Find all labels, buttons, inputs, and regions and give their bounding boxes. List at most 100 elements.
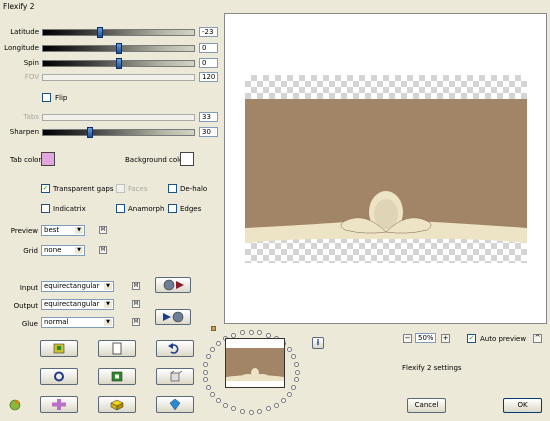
navigator-dot bbox=[203, 377, 209, 383]
randomize-button[interactable] bbox=[40, 340, 78, 357]
navigator-dot bbox=[230, 406, 236, 412]
grid-mini-button[interactable]: M bbox=[99, 246, 107, 254]
de-halo-checkbox[interactable] bbox=[168, 184, 177, 193]
navigator-dot bbox=[286, 347, 292, 353]
navigator-dot bbox=[274, 402, 280, 408]
square-icon bbox=[111, 371, 123, 382]
spin-slider[interactable] bbox=[42, 58, 195, 69]
navigator-dot bbox=[239, 408, 245, 414]
cross-button[interactable] bbox=[40, 396, 78, 413]
grid-select[interactable]: none ▼ bbox=[41, 245, 85, 256]
cross-net-icon bbox=[52, 399, 66, 410]
zoom-out-button[interactable]: − bbox=[403, 334, 412, 343]
info-button[interactable]: i bbox=[312, 337, 324, 349]
longitude-thumb[interactable] bbox=[115, 43, 122, 54]
output-select[interactable]: equirectangular ▼ bbox=[41, 299, 114, 310]
spin-label: Spin bbox=[23, 59, 39, 67]
indicatrix-checkbox[interactable] bbox=[41, 204, 50, 213]
navigator-dot bbox=[248, 409, 254, 415]
flexified-image bbox=[245, 99, 527, 243]
navigator-dot bbox=[206, 384, 211, 390]
edges-label: Edges bbox=[180, 205, 202, 213]
navigator-thumbnail[interactable] bbox=[225, 338, 285, 388]
latitude-thumb[interactable] bbox=[96, 27, 103, 38]
input-label: Input bbox=[19, 284, 38, 292]
cube-icon bbox=[170, 370, 183, 382]
latitude-label: Latitude bbox=[10, 28, 39, 36]
input-mini-button[interactable]: M bbox=[132, 282, 140, 290]
transparent-gaps-label: Transparent gaps bbox=[53, 185, 114, 193]
zoom-field[interactable]: 50% bbox=[415, 333, 436, 343]
navigator-dot bbox=[293, 377, 299, 383]
auto-preview-label: Auto preview bbox=[480, 335, 527, 343]
navigator-dot bbox=[257, 330, 263, 336]
undo-button[interactable] bbox=[156, 340, 194, 357]
input-preset-button[interactable] bbox=[155, 277, 191, 293]
yellow-box-icon bbox=[110, 399, 124, 411]
spin-thumb[interactable] bbox=[115, 58, 122, 69]
sharpen-thumb[interactable] bbox=[86, 127, 93, 138]
output-preset-button[interactable] bbox=[155, 309, 191, 325]
navigator-dot bbox=[203, 361, 209, 367]
navigator-dot bbox=[290, 384, 296, 390]
tabs-slider bbox=[42, 114, 195, 121]
anamorph-checkbox[interactable] bbox=[116, 204, 125, 213]
tab-color-swatch[interactable] bbox=[41, 152, 55, 166]
chevron-down-icon: ▼ bbox=[104, 301, 112, 308]
palette-icon[interactable] bbox=[8, 397, 22, 413]
navigator-dot bbox=[286, 391, 292, 397]
collapse-button[interactable]: ^ bbox=[533, 334, 542, 343]
navigator-dot bbox=[215, 341, 221, 347]
latitude-slider[interactable] bbox=[42, 27, 195, 38]
undo-icon bbox=[168, 343, 179, 354]
copy-button[interactable] bbox=[98, 340, 136, 357]
edges-checkbox[interactable] bbox=[168, 204, 177, 213]
latitude-field[interactable]: -23 bbox=[199, 27, 218, 37]
background-color-swatch[interactable] bbox=[180, 152, 194, 166]
preview-canvas[interactable] bbox=[224, 13, 547, 324]
longitude-slider[interactable] bbox=[42, 43, 195, 54]
output-label: Output bbox=[13, 302, 38, 310]
glue-select[interactable]: normal ▼ bbox=[41, 317, 114, 328]
navigator-dot bbox=[206, 354, 211, 360]
auto-preview-checkbox[interactable]: ✓ bbox=[467, 334, 476, 343]
preview-image bbox=[245, 75, 527, 263]
thumbnail-image bbox=[226, 339, 284, 387]
cube-button[interactable] bbox=[156, 368, 194, 385]
glue-mini-button[interactable]: M bbox=[132, 318, 140, 326]
dice-icon bbox=[53, 343, 65, 354]
gem-button[interactable] bbox=[156, 396, 194, 413]
square-button[interactable] bbox=[98, 368, 136, 385]
fov-slider bbox=[42, 74, 195, 81]
title-bar: Flexify 2 bbox=[0, 0, 550, 13]
fov-label: FOV bbox=[24, 73, 39, 81]
preview-select[interactable]: best ▼ bbox=[41, 225, 85, 236]
spin-field[interactable]: 0 bbox=[199, 58, 218, 68]
navigator-dot bbox=[266, 406, 272, 412]
chevron-down-icon: ▼ bbox=[75, 227, 83, 234]
navigator-dot bbox=[202, 369, 208, 375]
sharpen-field[interactable]: 30 bbox=[199, 127, 218, 137]
ok-button[interactable]: OK bbox=[503, 398, 542, 413]
input-select[interactable]: equirectangular ▼ bbox=[41, 281, 114, 292]
flip-checkbox[interactable] bbox=[42, 93, 51, 102]
navigator-dot bbox=[281, 397, 287, 403]
preview-mini-button[interactable]: M bbox=[99, 226, 107, 234]
longitude-field[interactable]: 0 bbox=[199, 43, 218, 53]
cancel-button[interactable]: Cancel bbox=[407, 398, 446, 413]
page-icon bbox=[112, 342, 122, 355]
box-button[interactable] bbox=[98, 396, 136, 413]
navigator-dot bbox=[294, 369, 300, 375]
ring-button[interactable] bbox=[40, 368, 78, 385]
ring-icon bbox=[54, 371, 64, 382]
chevron-down-icon: ▼ bbox=[104, 319, 112, 326]
flip-label: Flip bbox=[55, 94, 68, 102]
transparent-gaps-checkbox[interactable]: ✓ bbox=[41, 184, 50, 193]
longitude-label: Longitude bbox=[4, 44, 39, 52]
zoom-in-button[interactable]: + bbox=[441, 334, 450, 343]
navigator-dot bbox=[215, 397, 221, 403]
chevron-down-icon: ▼ bbox=[75, 247, 83, 254]
chevron-down-icon: ▼ bbox=[104, 283, 112, 290]
output-mini-button[interactable]: M bbox=[132, 300, 140, 308]
sharpen-slider[interactable] bbox=[42, 127, 195, 138]
